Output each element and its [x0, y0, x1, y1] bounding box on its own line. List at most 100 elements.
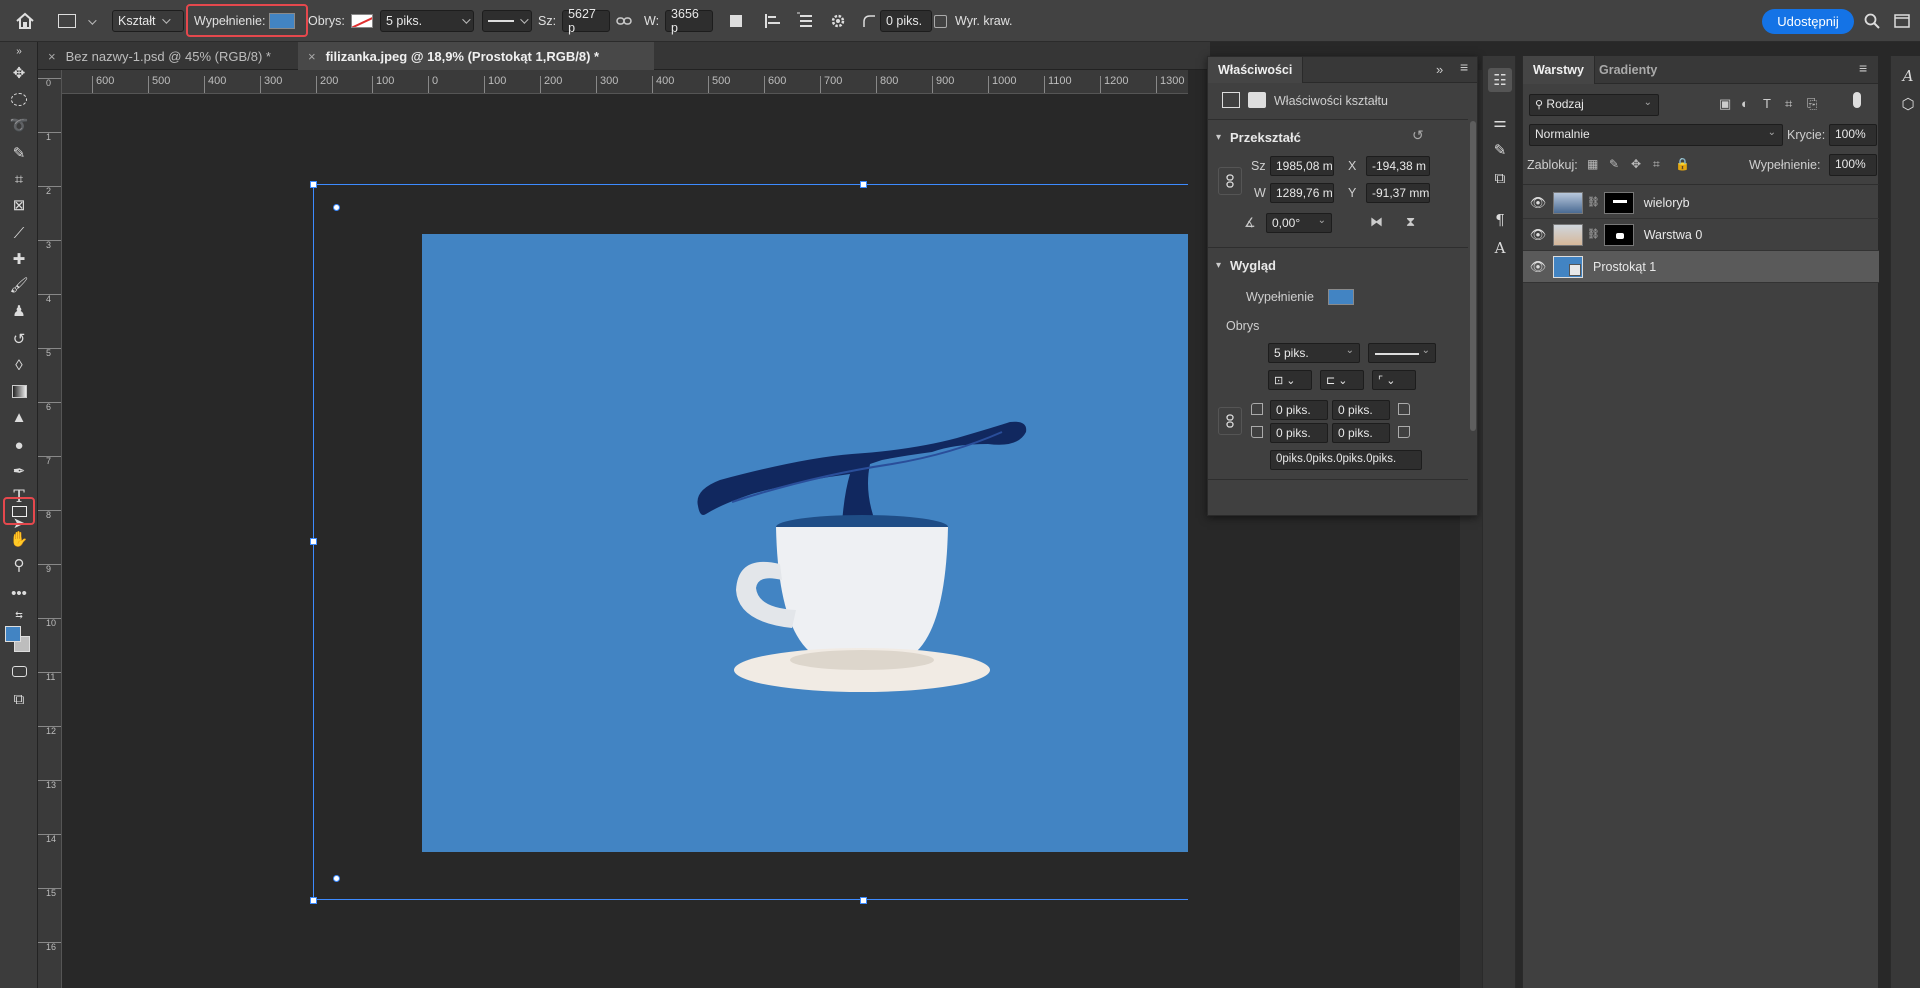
link-icon[interactable]: ⛓ [1587, 197, 1600, 208]
frame-tool-icon[interactable]: ⊠ [6, 194, 32, 216]
stroke-swatch[interactable] [350, 14, 373, 28]
eye-icon[interactable]: 👁 [1523, 227, 1553, 243]
lock-all-icon[interactable]: 🔒 [1675, 157, 1690, 171]
close-icon[interactable]: × [48, 49, 56, 64]
corner-radius-handle[interactable] [333, 204, 340, 211]
reset-icon[interactable]: ↺ [1412, 127, 1424, 144]
stroke-type-select[interactable] [482, 9, 532, 33]
panel-menu-icon[interactable]: ≡ [1859, 60, 1867, 76]
tab-layers[interactable]: Warstwy [1523, 56, 1595, 84]
corner-br-input[interactable]: 0 piks. [1332, 423, 1390, 443]
layer-row-wieloryb[interactable]: 👁 ⛓ wieloryb [1523, 187, 1879, 219]
panel-menu-icon[interactable]: ≡ [1460, 59, 1468, 75]
path-operations-icon[interactable] [730, 9, 742, 33]
share-button[interactable]: Udostępnij [1762, 9, 1854, 34]
filter-shape-icon[interactable]: ⌗ [1785, 96, 1792, 112]
corners-summary-field[interactable]: 0piks.0piks.0piks.0piks. [1270, 450, 1422, 470]
paths-icon[interactable]: ⧉ [1488, 166, 1512, 190]
quick-mask-icon[interactable] [6, 660, 32, 682]
fill-input[interactable]: 100% [1829, 154, 1877, 176]
flip-horizontal-icon[interactable]: ⧓ [1370, 214, 1383, 230]
stroke-width-field[interactable]: 5 piks. [380, 9, 474, 33]
link-corners-icon[interactable] [1218, 407, 1242, 435]
quick-selection-tool-icon[interactable]: ✎ [6, 142, 32, 164]
stroke-control[interactable]: Obrys: [308, 9, 373, 33]
opacity-input[interactable]: 100% [1829, 124, 1877, 146]
stroke-type-select[interactable]: ⌄ [1368, 343, 1436, 363]
filter-adjustment-icon[interactable]: ◐ [1741, 96, 1749, 111]
zoom-tool-icon[interactable]: ⚲ [6, 554, 32, 576]
height-input[interactable]: 1289,76 m [1270, 183, 1334, 203]
clone-stamp-tool-icon[interactable]: ♟ [6, 300, 32, 322]
filter-pixel-icon[interactable]: ▣ [1719, 96, 1731, 112]
y-input[interactable]: -91,37 mm [1366, 183, 1430, 203]
tab-document-2[interactable]: × filizanka.jpeg @ 18,9% (Prostokąt 1,RG… [298, 42, 654, 70]
filter-toggle[interactable] [1853, 92, 1861, 108]
transform-handle[interactable] [310, 897, 317, 904]
adjustments-icon[interactable]: ☷ [1488, 68, 1512, 92]
tool-mode-select[interactable]: Kształt [112, 9, 184, 33]
history-brush-tool-icon[interactable]: ↺ [6, 328, 32, 350]
stroke-corners-select[interactable]: ⌜ ⌄ [1372, 370, 1416, 390]
path-arrangement-icon[interactable] [796, 9, 816, 33]
lock-position-icon[interactable]: ✥ [1631, 157, 1641, 171]
height-input[interactable]: 3656 p [665, 7, 714, 35]
collapse-panel-icon[interactable]: » [1436, 62, 1443, 77]
expand-toolbar-icon[interactable]: » [6, 44, 32, 58]
corner-radius-input[interactable]: 0 piks. [880, 10, 932, 32]
3d-icon[interactable]: ⬡ [1896, 92, 1920, 116]
paragraph-icon[interactable]: ¶ [1488, 208, 1512, 232]
rectangle-tool-icon[interactable] [6, 500, 32, 522]
transform-bounding-box[interactable] [313, 184, 1188, 900]
home-icon[interactable] [14, 9, 36, 33]
mask-properties-icon[interactable] [1248, 92, 1266, 108]
glyphs-icon[interactable]: A [1896, 64, 1920, 88]
link-proportions-icon[interactable] [1218, 167, 1242, 195]
angle-input[interactable]: 0,00° ⌄ [1266, 213, 1332, 233]
filter-type-icon[interactable]: T [1763, 96, 1771, 111]
search-icon[interactable] [1864, 9, 1880, 33]
fill-swatch[interactable] [269, 13, 296, 29]
pen-tool-icon[interactable]: ✒ [6, 460, 32, 482]
link-icon[interactable] [616, 9, 632, 33]
workspace-icon[interactable] [1894, 9, 1910, 33]
dodge-tool-icon[interactable]: ● [6, 434, 32, 456]
stroke-caps-select[interactable]: ⊏ ⌄ [1320, 370, 1364, 390]
x-input[interactable]: -194,38 m [1366, 156, 1430, 176]
layer-row-prostokat-1[interactable]: 👁 Prostokąt 1 [1523, 251, 1879, 283]
tab-properties[interactable]: Właściwości [1208, 57, 1304, 83]
brush-tool-icon[interactable]: 🖌 [6, 274, 32, 296]
hand-tool-icon[interactable]: ✋ [6, 528, 32, 550]
width-input[interactable]: 1985,08 m [1270, 156, 1334, 176]
fill-swatch[interactable] [1328, 289, 1354, 305]
eye-icon[interactable]: 👁 [1523, 195, 1553, 211]
eye-icon[interactable]: 👁 [1523, 259, 1553, 275]
corner-tl-input[interactable]: 0 piks. [1270, 400, 1328, 420]
transform-handle[interactable] [310, 181, 317, 188]
stroke-align-select[interactable]: ⊡ ⌄ [1268, 370, 1312, 390]
flip-vertical-icon[interactable]: ⧗ [1406, 214, 1415, 230]
character-icon[interactable]: A [1488, 236, 1512, 260]
align-edges-checkbox[interactable]: Wyr. kraw. [934, 9, 1013, 33]
lasso-tool-icon[interactable]: ➰ [6, 114, 32, 136]
path-alignment-icon[interactable] [764, 9, 782, 33]
tab-gradients[interactable]: Gradienty [1599, 63, 1657, 77]
screen-mode-icon[interactable]: ⧉ [6, 688, 32, 710]
stroke-width-input[interactable]: 5 piks. ⌄ [1268, 343, 1360, 363]
link-icon[interactable]: ⛓ [1587, 229, 1600, 240]
lock-transparent-icon[interactable]: ▦ [1587, 157, 1598, 171]
chevron-down-icon[interactable]: ▾ [1216, 260, 1221, 271]
foreground-color-swatch[interactable] [5, 626, 21, 642]
transform-handle[interactable] [310, 538, 317, 545]
document-canvas[interactable] [62, 94, 1188, 988]
healing-brush-tool-icon[interactable]: ✚ [6, 248, 32, 270]
tab-document-1[interactable]: × Bez nazwy-1.psd @ 45% (RGB/8) * [38, 42, 281, 70]
transform-handle[interactable] [860, 181, 867, 188]
lock-artboard-icon[interactable]: ⌗ [1653, 157, 1660, 172]
brush-settings-icon[interactable]: ✎ [1488, 138, 1512, 162]
align-edges-box[interactable] [934, 14, 947, 28]
fill-control[interactable]: Wypełnienie: [194, 9, 296, 33]
crop-tool-icon[interactable]: ⌗ [6, 168, 32, 190]
layer-row-warstwa-0[interactable]: 👁 ⛓ Warstwa 0 [1523, 219, 1879, 251]
lock-pixels-icon[interactable]: ✎ [1609, 157, 1619, 171]
